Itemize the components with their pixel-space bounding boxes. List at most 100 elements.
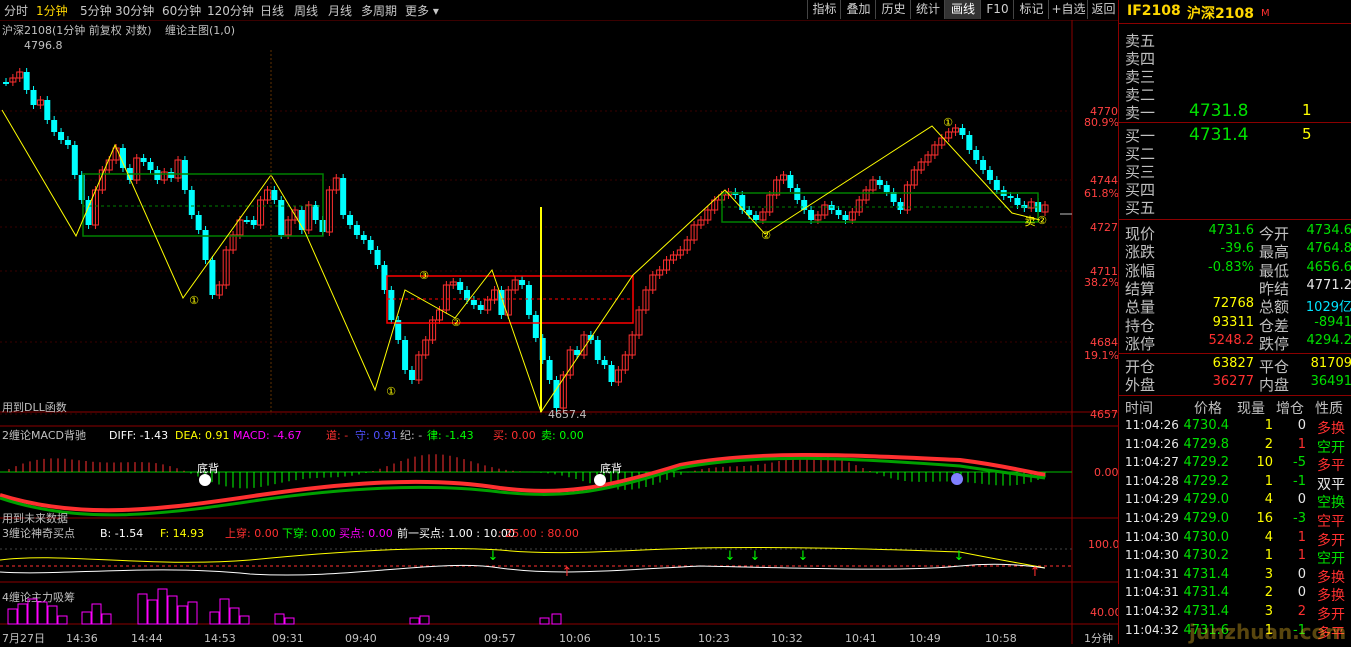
trade-nature: 多换 — [1317, 588, 1345, 605]
buy-signal-icon — [199, 474, 211, 486]
ask-label: 卖一 — [1125, 104, 1156, 122]
bi-point-marker: ② — [451, 316, 461, 329]
candle-body — [402, 340, 409, 370]
bid1-price: 4731.4 — [1189, 125, 1249, 145]
trade-nature: 多换 — [1317, 569, 1345, 586]
candle-body — [278, 200, 285, 235]
contract-symbol: IF2108 — [1127, 3, 1181, 19]
period-tab[interactable]: 日线 — [260, 2, 284, 19]
candle-body — [58, 132, 65, 140]
period-tab[interactable]: 5分钟 — [80, 2, 112, 19]
period-tab[interactable]: 月线 — [328, 2, 352, 19]
chip-bar — [409, 617, 420, 625]
low-label: 4657.4 — [548, 408, 587, 421]
period-tab[interactable]: 30分钟 — [115, 2, 154, 19]
ask1-volume: 1 — [1302, 101, 1312, 119]
trade-delta: -1 — [1293, 473, 1306, 489]
time-tick: 10:32 — [771, 632, 803, 644]
time-tick: 09:40 — [345, 632, 377, 644]
trade-volume: 4 — [1264, 529, 1273, 545]
candle-body — [1007, 196, 1014, 198]
toolbar-button[interactable]: 叠加 — [840, 0, 876, 19]
candle-body — [209, 260, 216, 295]
divider — [1119, 23, 1351, 24]
time-tick: 10:23 — [698, 632, 730, 644]
stat-label: 涨停 — [1125, 334, 1156, 353]
candle-body — [993, 180, 1000, 190]
trade-price: 4729.0 — [1183, 511, 1230, 526]
chip-bar — [37, 601, 48, 625]
candle-body — [78, 175, 85, 200]
trade-delta: -3 — [1293, 511, 1306, 526]
toolbar-button[interactable]: F10 — [980, 0, 1014, 19]
trade-price: 4731.4 — [1183, 604, 1230, 619]
candle-body — [519, 280, 526, 285]
bi-point-marker: ③ — [419, 269, 429, 282]
toolbar-button[interactable]: 画线 — [944, 0, 981, 19]
trade-delta: 1 — [1297, 436, 1306, 452]
time-tick: 10:15 — [629, 632, 661, 644]
period-tab[interactable]: 更多 ▾ — [405, 2, 439, 19]
stat-label: 外盘 — [1125, 376, 1156, 394]
macd-header: 纪: - — [400, 429, 422, 442]
bid1-volume: 5 — [1302, 125, 1312, 143]
sell-tag: 卖 — [1025, 215, 1036, 228]
chip-bar — [101, 613, 112, 625]
trade-time: 11:04:30 — [1125, 548, 1179, 563]
buy-signal-icon — [594, 474, 606, 486]
candle-body — [271, 190, 278, 200]
trade-price: 4731.4 — [1183, 566, 1230, 582]
bid-label: 买五 — [1125, 199, 1156, 217]
period-tab[interactable]: 120分钟 — [207, 2, 254, 19]
buy-up-arrow-icon: ↑ — [1030, 565, 1041, 580]
pct-tick: 19.1% — [1084, 349, 1118, 362]
trade-time: 11:04:27 — [1125, 455, 1179, 470]
candle-body — [787, 175, 794, 188]
trade-price: 4730.4 — [1183, 418, 1230, 433]
trade-delta: 0 — [1297, 492, 1306, 508]
chip-bar — [539, 617, 550, 625]
trades-header: 现量 — [1237, 401, 1265, 417]
macd-header: MACD: -4.67 — [233, 429, 302, 442]
toolbar-button[interactable]: 统计 — [910, 0, 945, 19]
candle-body — [986, 170, 993, 180]
candle-body — [897, 202, 904, 210]
stat-value: 4656.6 — [1306, 259, 1351, 275]
trade-delta: 0 — [1297, 418, 1306, 433]
period-tab[interactable]: 60分钟 — [162, 2, 201, 19]
kline-chart[interactable]: 沪深2108(1分钟 前复权 对数) 缠论主图(1,0) 4796.8 用到DLL函数… — [0, 20, 1122, 645]
candle-body — [808, 210, 815, 220]
trade-time: 11:04:28 — [1125, 473, 1179, 488]
candle-body — [477, 305, 484, 310]
stat-value: 4764.8 — [1306, 241, 1351, 257]
trade-nature: 双平 — [1317, 476, 1345, 493]
candle-body — [71, 145, 78, 175]
bi-point-marker: ② — [1037, 214, 1047, 227]
chart-title: 沪深2108(1分钟 前复权 对数) — [2, 23, 152, 37]
chip-bar — [274, 613, 285, 625]
candle-body — [188, 190, 195, 215]
candle-body — [1014, 198, 1021, 205]
candle-body — [973, 150, 980, 160]
toolbar-button[interactable]: 指标 — [807, 0, 841, 19]
candle-body — [30, 90, 37, 105]
period-tab[interactable]: 多周期 — [361, 2, 397, 19]
stat-value: 63827 — [1212, 356, 1254, 371]
time-tick: 09:31 — [272, 632, 304, 644]
toolbar-button[interactable]: 历史 — [875, 0, 911, 19]
trade-volume: 2 — [1264, 585, 1273, 601]
buy-b: B: -1.54 — [100, 527, 143, 540]
period-tab[interactable]: 1分钟 — [36, 2, 68, 19]
candle-body — [835, 210, 842, 215]
chip-bar — [229, 607, 240, 625]
chip-bar — [419, 615, 430, 625]
chart-area[interactable]: 沪深2108(1分钟 前复权 对数) 缠论主图(1,0) 4796.8 用到DLL函数… — [0, 20, 1122, 645]
buy-f-line — [0, 546, 1046, 569]
toolbar-button[interactable]: +自选 — [1048, 0, 1088, 19]
toolbar-button[interactable]: 标记 — [1013, 0, 1049, 19]
toolbar-button[interactable]: 返回 — [1087, 0, 1119, 19]
candle-body — [168, 172, 175, 178]
trade-volume: 3 — [1264, 604, 1273, 619]
period-tab[interactable]: 周线 — [294, 2, 318, 19]
period-tab[interactable]: 分时 — [4, 2, 28, 19]
